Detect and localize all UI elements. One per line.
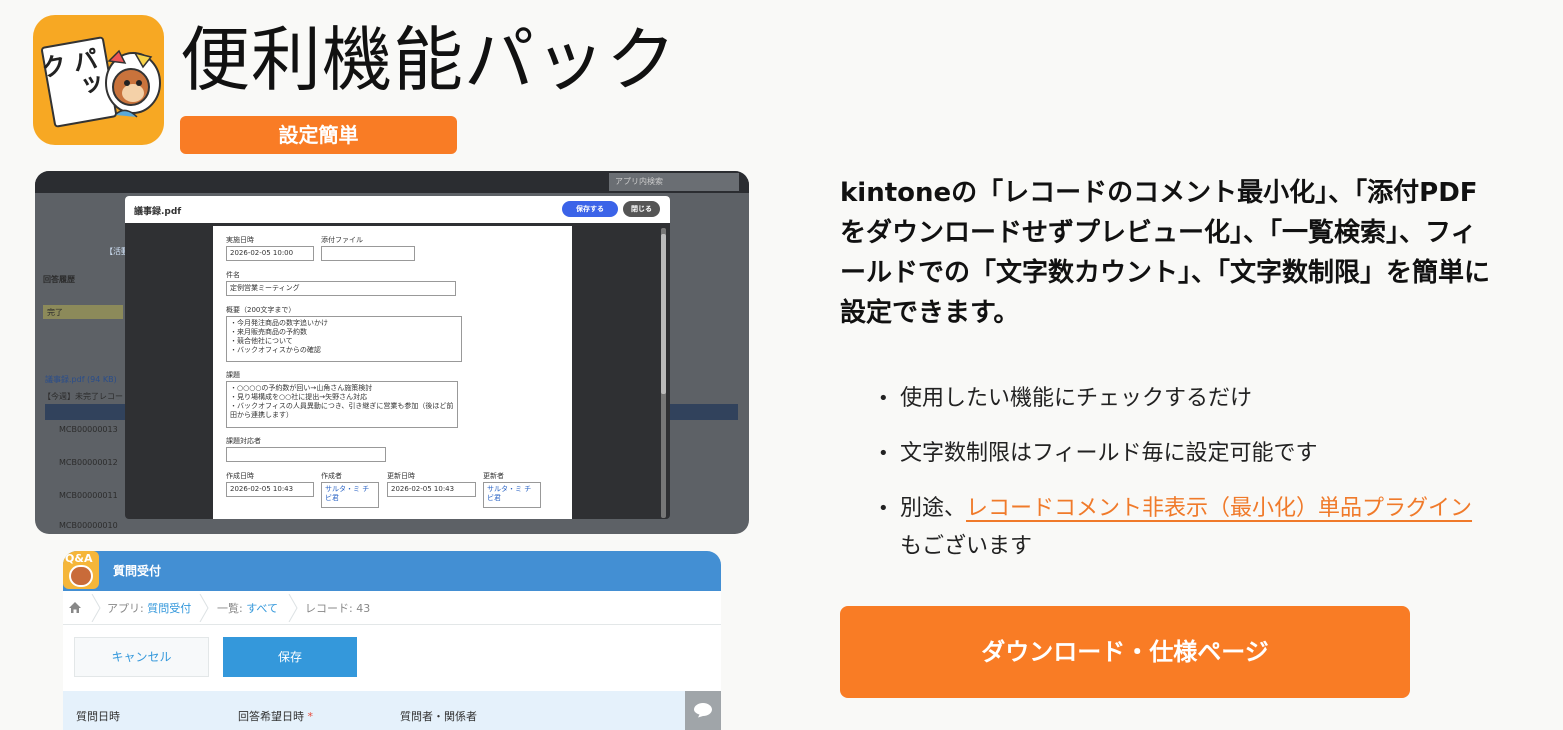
feature-item: 別途、レコードコメント非表示（最小化）単品プラグインもございます <box>878 490 1488 566</box>
pf-topic-label: 課題 <box>226 371 240 379</box>
pf-created-label: 作成日時 <box>226 472 254 480</box>
comment-toggle[interactable] <box>685 691 721 730</box>
modal-scroll-thumb[interactable] <box>661 234 666 394</box>
pf-date-value: 2026-02-05 10:00 <box>226 246 314 261</box>
pf-updater-label: 更新者 <box>483 472 504 480</box>
pf-summary-line: ・競合他社について <box>230 337 293 345</box>
pf-created-value: 2026-02-05 10:43 <box>226 482 314 497</box>
setup-easy-badge: 設定簡単 <box>180 116 457 154</box>
kintone-form-screenshot: Q&A 質問受付 アプリ: 質問受付 一覧: すべて レコード: 43 キャンセ… <box>63 551 721 730</box>
field-answer-date-label: 回答希望日時 * <box>238 708 313 724</box>
pf-creator-label: 作成者 <box>321 472 342 480</box>
pf-summary-box: ・今月発注商品の数字追いかけ ・来月販売商品の予約数 ・競合他社について ・バッ… <box>226 316 462 362</box>
modal-save-button[interactable]: 保存する <box>562 201 618 217</box>
pdf-preview-modal: 議事録.pdf 保存する 閉じる 実施日時 2026-02-05 10:00 添… <box>125 196 670 519</box>
save-button[interactable]: 保存 <box>223 637 357 677</box>
crumb-list[interactable]: 一覧: すべて <box>217 600 278 616</box>
pf-topic-line: ・○○○○の予約数が回い→山角さん施策検討 <box>230 384 373 392</box>
breadcrumb-separator-icon <box>91 594 101 622</box>
qa-icon-text: Q&A <box>65 552 93 565</box>
field-questioner-label: 質問者・関係者 <box>400 710 477 723</box>
pf-attach-label: 添付ファイル <box>321 236 363 244</box>
pdf-page: 実施日時 2026-02-05 10:00 添付ファイル 件名 定例営業ミーティ… <box>213 226 572 519</box>
pf-topic-line: 田から連携します） <box>230 411 293 419</box>
pf-summary-line: ・来月販売商品の予約数 <box>230 328 307 336</box>
pdf-preview-screenshot: アプリ内検索 【活動日】 回答履歴 完了 議事録.pdf (94 KB) 【今週… <box>35 171 749 534</box>
bg-row-2: MCB00000012 <box>59 458 118 467</box>
app-name: 質問受付 <box>113 564 162 578</box>
feature-item: 文字数制限はフィールド毎に設定可能です <box>878 435 1488 473</box>
pf-attach-box <box>321 246 415 261</box>
pf-handler-label: 課題対応者 <box>226 437 261 445</box>
modal-scrollbar[interactable] <box>661 228 666 518</box>
bg-row-4: MCB00000010 <box>59 521 118 530</box>
crumb-app[interactable]: アプリ: 質問受付 <box>107 600 191 616</box>
required-mark: * <box>307 710 314 723</box>
pf-handler-box <box>226 447 386 462</box>
monkey-face-icon <box>69 565 93 587</box>
feature-item-suffix: もございます <box>900 534 1033 559</box>
form-field-row: 質問日時 回答希望日時 * 質問者・関係者 <box>63 691 721 730</box>
kintone-topbar: アプリ内検索 <box>35 171 749 193</box>
crumb-app-link[interactable]: 質問受付 <box>147 602 191 615</box>
pf-summary-label: 概要（200文字まで） <box>226 306 296 314</box>
pf-topic-line: ・バックオフィスの人員異動につき、引き継ぎに営業も参加（後ほど前 <box>230 402 454 410</box>
pf-subject-label: 件名 <box>226 271 240 279</box>
pf-date-label: 実施日時 <box>226 236 254 244</box>
field-question-date-label: 質問日時 <box>76 710 120 723</box>
pf-subject-value: 定例営業ミーティング <box>226 281 456 296</box>
pf-updater-value: サルタ・ミ チビ君 <box>483 482 541 508</box>
qa-app-icon: Q&A <box>63 551 99 589</box>
modal-close-button[interactable]: 閉じる <box>623 201 660 217</box>
pf-summary-line: ・バックオフィスからの確認 <box>230 346 321 354</box>
crumb-list-prefix: 一覧: <box>217 602 247 615</box>
feature-list: 使用したい機能にチェックするだけ 文字数制限はフィールド毎に設定可能です 別途、… <box>878 380 1488 583</box>
page-title: 便利機能パック <box>180 19 677 101</box>
monkey-mascot-icon <box>105 49 161 118</box>
crumb-app-prefix: アプリ: <box>107 602 148 615</box>
field-answer-date-text: 回答希望日時 <box>238 710 304 723</box>
bg-row-1: MCB00000013 <box>59 425 118 434</box>
pf-updated-label: 更新日時 <box>387 472 415 480</box>
bg-section-title: 回答履歴 <box>43 275 75 284</box>
bg-status-text: 完了 <box>47 308 63 317</box>
app-icon: パック <box>33 15 164 145</box>
bg-pdf-link: 議事録.pdf (94 KB) <box>45 375 117 384</box>
pf-updated-value: 2026-02-05 10:43 <box>387 482 476 497</box>
pdf-filename: 議事録.pdf <box>134 207 182 217</box>
modal-header: 議事録.pdf 保存する 閉じる <box>125 196 670 223</box>
crumb-record-count: レコード: 43 <box>305 602 371 615</box>
cancel-button[interactable]: キャンセル <box>74 637 209 677</box>
download-spec-button[interactable]: ダウンロード・仕様ページ <box>840 606 1410 698</box>
comment-plugin-link[interactable]: レコードコメント非表示（最小化）単品プラグイン <box>966 496 1472 521</box>
comment-bubble-icon <box>694 703 712 718</box>
home-icon[interactable] <box>68 601 82 614</box>
crumb-list-link[interactable]: すべて <box>246 602 278 615</box>
app-header: Q&A 質問受付 <box>63 551 721 591</box>
feature-item: 使用したい機能にチェックするだけ <box>878 380 1488 418</box>
app-search-field: アプリ内検索 <box>609 173 739 191</box>
bg-record-label: 【今週】未完了レコード <box>43 392 131 401</box>
pf-summary-line: ・今月発注商品の数字追いかけ <box>230 319 328 327</box>
pf-topic-box: ・○○○○の予約数が回い→山角さん施策検討 ・見り場構成を○○社に提出→矢野さん… <box>226 381 458 428</box>
pf-topic-line: ・見り場構成を○○社に提出→矢野さん対応 <box>230 393 368 401</box>
bg-row-3: MCB00000011 <box>59 491 118 500</box>
breadcrumb-separator-icon <box>199 594 209 622</box>
feature-item-prefix: 別途、 <box>900 496 967 521</box>
plugin-description: kintoneの「レコードのコメント最小化」、「添付PDFをダウンロードせずプレ… <box>840 178 1491 328</box>
pf-creator-value: サルタ・ミ チビ君 <box>321 482 379 508</box>
breadcrumb: アプリ: 質問受付 一覧: すべて レコード: 43 <box>63 591 721 625</box>
breadcrumb-separator-icon <box>288 594 298 622</box>
